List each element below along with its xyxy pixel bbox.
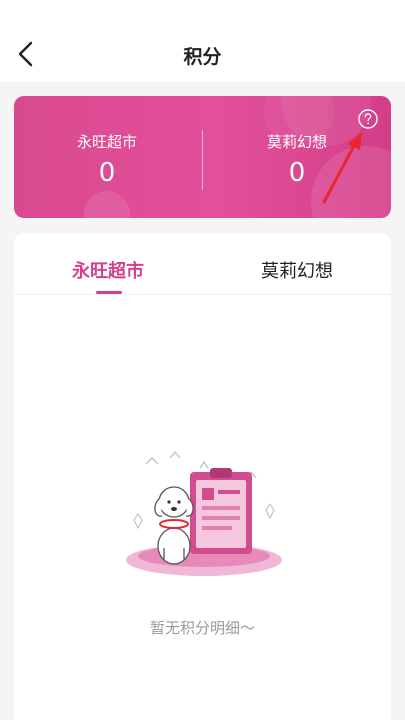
top-bar: 积分 bbox=[0, 0, 405, 82]
store-name: 永旺超市 bbox=[76, 133, 137, 151]
empty-state-message: 暂无积分明细～ bbox=[149, 619, 255, 637]
tab-molly[interactable]: 莫莉幻想 bbox=[203, 257, 391, 283]
page-title: 积分 bbox=[183, 46, 222, 68]
store-tabs: 永旺超市 莫莉幻想 bbox=[14, 233, 391, 295]
store-points-value: 0 bbox=[98, 158, 116, 188]
points-detail-panel: 永旺超市 莫莉幻想 暂无积分明细～ bbox=[14, 233, 391, 720]
app-root: 积分 永旺超市 0 莫莉幻想 0 永旺超市 莫莉幻想 暂无积分明细～ bbox=[0, 0, 405, 720]
tab-aeon[interactable]: 永旺超市 bbox=[14, 257, 202, 283]
store-points-aeon: 永旺超市 0 bbox=[32, 132, 182, 190]
empty-state-illustration bbox=[126, 451, 282, 576]
card-divider bbox=[202, 130, 203, 190]
decorative-circle bbox=[84, 191, 130, 218]
help-icon[interactable] bbox=[357, 108, 379, 130]
active-tab-indicator bbox=[96, 291, 122, 294]
annotation-arrow-icon bbox=[322, 132, 362, 204]
